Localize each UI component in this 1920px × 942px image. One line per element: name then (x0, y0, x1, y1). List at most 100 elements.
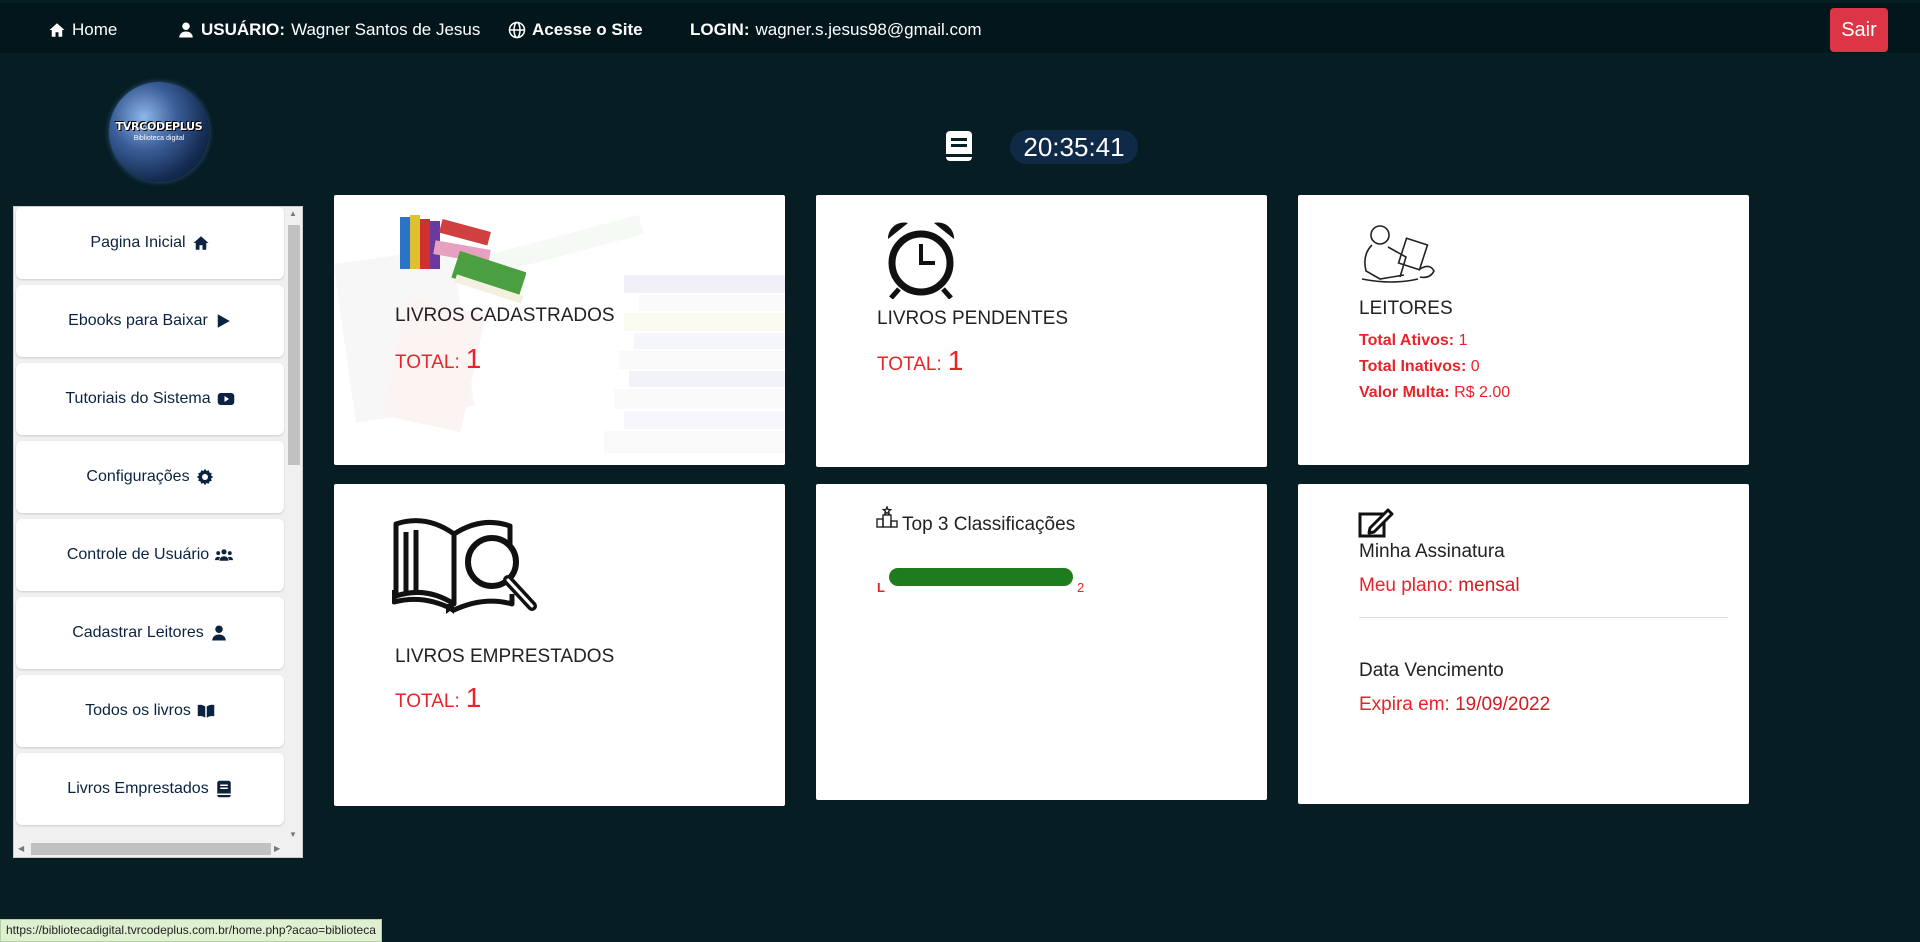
nav-home-label: Home (72, 20, 118, 39)
card-livros-cadastrados[interactable]: LIVROS CADASTRADOS TOTAL: 1 (334, 195, 785, 465)
stat-value: R$ 2.00 (1454, 384, 1511, 401)
sidebar-item-label: Controle de Usuário (66, 546, 210, 563)
user-label: USUÁRIO: (201, 20, 286, 39)
leitores-stats: Total Ativos: 1 Total Inativos: 0 Valor … (1359, 328, 1510, 406)
expira-label: Expira em: (1359, 694, 1450, 715)
youtube-icon (217, 393, 234, 405)
sidebar-item-label: Cadastrar Leitores (72, 624, 204, 641)
gear-icon (196, 468, 213, 486)
reader-icon (1361, 225, 1435, 283)
logout-button[interactable]: Sair (1830, 8, 1888, 52)
sidebar-horizontal-scrollbar[interactable]: ◀ ▶ (14, 840, 287, 857)
clock-display: 20:35:41 (1010, 130, 1138, 164)
sidebar-item-label: Livros Emprestados (67, 780, 209, 797)
sidebar-item-cadastrar-leitores[interactable]: Cadastrar Leitores (16, 597, 284, 669)
divider (1359, 617, 1728, 618)
login-label: LOGIN: (690, 20, 750, 39)
total-value: 1 (947, 345, 964, 376)
scroll-left-icon[interactable]: ◀ (18, 844, 24, 853)
top-navbar: Home USUÁRIO: Wagner Santos de Jesus Ace… (0, 3, 1920, 53)
scroll-right-icon[interactable]: ▶ (274, 844, 280, 853)
play-icon (217, 314, 230, 328)
total-label: TOTAL: (395, 691, 460, 712)
nav-user: USUÁRIO: Wagner Santos de Jesus (177, 20, 480, 40)
card-top-3[interactable]: Top 3 Classificações L 2 (816, 484, 1267, 800)
book-icon (216, 780, 231, 798)
stat-label: Total Ativos: (1359, 332, 1455, 349)
vencimento-title: Data Vencimento (1359, 660, 1504, 681)
logo-title: TVRCODEPLUS (115, 120, 203, 133)
card-title: Minha Assinatura (1359, 541, 1505, 562)
stat-inativos: Total Inativos: 0 (1359, 354, 1510, 380)
sidebar-item-pagina-inicial[interactable]: Pagina Inicial (16, 207, 284, 279)
plano-value: mensal (1458, 575, 1520, 596)
browser-status-bar: https://bibliotecadigital.tvrcodeplus.co… (0, 919, 382, 942)
sidebar-menu[interactable]: Pagina Inicial Ebooks para Baixar Tutori… (13, 206, 303, 858)
sidebar-item-tutoriais[interactable]: Tutoriais do Sistema (16, 363, 284, 435)
users-icon (215, 549, 234, 561)
signature-icon (1358, 508, 1394, 538)
plano-display: Meu plano: mensal (1359, 575, 1520, 597)
total-display: TOTAL: 1 (877, 345, 963, 377)
login-email: wagner.s.jesus98@gmail.com (755, 20, 982, 39)
site-label: Acesse o Site (532, 20, 643, 39)
total-display: TOTAL: 1 (395, 682, 481, 714)
scroll-down-icon[interactable]: ▼ (289, 830, 297, 839)
book-search-icon (392, 518, 537, 614)
nav-login: LOGIN: wagner.s.jesus98@gmail.com (690, 20, 982, 40)
nav-home-link[interactable]: Home (48, 20, 117, 40)
card-title: Top 3 Classificações (902, 514, 1076, 535)
total-value: 1 (465, 343, 482, 374)
podium-icon (876, 506, 898, 528)
expira-value: 19/09/2022 (1455, 694, 1551, 715)
sidebar-item-label: Tutoriais do Sistema (65, 390, 211, 407)
home-icon (193, 236, 209, 250)
brand-logo[interactable]: TVRCODEPLUS Biblioteca digital (109, 82, 209, 182)
stat-label: Valor Multa: (1359, 384, 1450, 401)
sidebar-item-label: Pagina Inicial (90, 234, 186, 251)
plano-label: Meu plano: (1359, 575, 1454, 596)
sidebar-item-controle-usuario[interactable]: Controle de Usuário (16, 519, 284, 591)
sidebar-item-label: Todos os livros (85, 702, 191, 719)
user-name: Wagner Santos de Jesus (291, 20, 481, 39)
alarm-clock-icon (887, 222, 955, 299)
logo-subtitle: Biblioteca digital (133, 135, 185, 142)
card-assinatura[interactable]: Minha Assinatura Meu plano: mensal Data … (1298, 484, 1749, 804)
scroll-thumb[interactable] (31, 843, 271, 855)
expira-display: Expira em: 19/09/2022 (1359, 694, 1550, 716)
stat-multa: Valor Multa: R$ 2.00 (1359, 380, 1510, 406)
bar-value: 2 (1077, 580, 1085, 595)
total-display: TOTAL: 1 (395, 343, 481, 375)
card-livros-pendentes[interactable]: LIVROS PENDENTES TOTAL: 1 (816, 195, 1267, 467)
stat-label: Total Inativos: (1359, 358, 1467, 375)
card-livros-emprestados[interactable]: LIVROS EMPRESTADOS TOTAL: 1 (334, 484, 785, 806)
total-value: 1 (465, 682, 482, 713)
ranking-bar (889, 568, 1073, 586)
user-icon (212, 625, 226, 641)
sidebar-item-configuracoes[interactable]: Configurações (16, 441, 284, 513)
total-label: TOTAL: (877, 354, 942, 375)
open-book-icon (197, 704, 215, 718)
nav-site-link[interactable]: Acesse o Site (508, 20, 643, 40)
scroll-thumb[interactable] (288, 225, 300, 465)
colored-books-icon (400, 215, 526, 304)
stat-ativos: Total Ativos: 1 (1359, 328, 1510, 354)
sidebar-vertical-scrollbar[interactable]: ▲ ▼ (285, 207, 302, 841)
globe-icon (508, 21, 526, 39)
card-leitores[interactable]: LEITORES Total Ativos: 1 Total Inativos:… (1298, 195, 1749, 465)
card-title: LIVROS PENDENTES (877, 308, 1069, 329)
user-icon (179, 22, 193, 38)
total-label: TOTAL: (395, 352, 460, 373)
card-title: LIVROS EMPRESTADOS (395, 646, 615, 667)
sidebar-item-todos-livros[interactable]: Todos os livros (16, 675, 284, 747)
sidebar-item-label: Ebooks para Baixar (68, 312, 208, 329)
book-icon (946, 131, 972, 161)
stat-value: 1 (1458, 332, 1468, 349)
card-title: LIVROS CADASTRADOS (395, 305, 615, 326)
sidebar-item-livros-emprestados[interactable]: Livros Emprestados (16, 753, 284, 825)
home-icon (49, 23, 65, 37)
sidebar-item-ebooks[interactable]: Ebooks para Baixar (16, 285, 284, 357)
bar-label: L (877, 580, 885, 595)
sidebar-item-label: Configurações (86, 468, 190, 485)
scroll-up-icon[interactable]: ▲ (289, 209, 297, 218)
